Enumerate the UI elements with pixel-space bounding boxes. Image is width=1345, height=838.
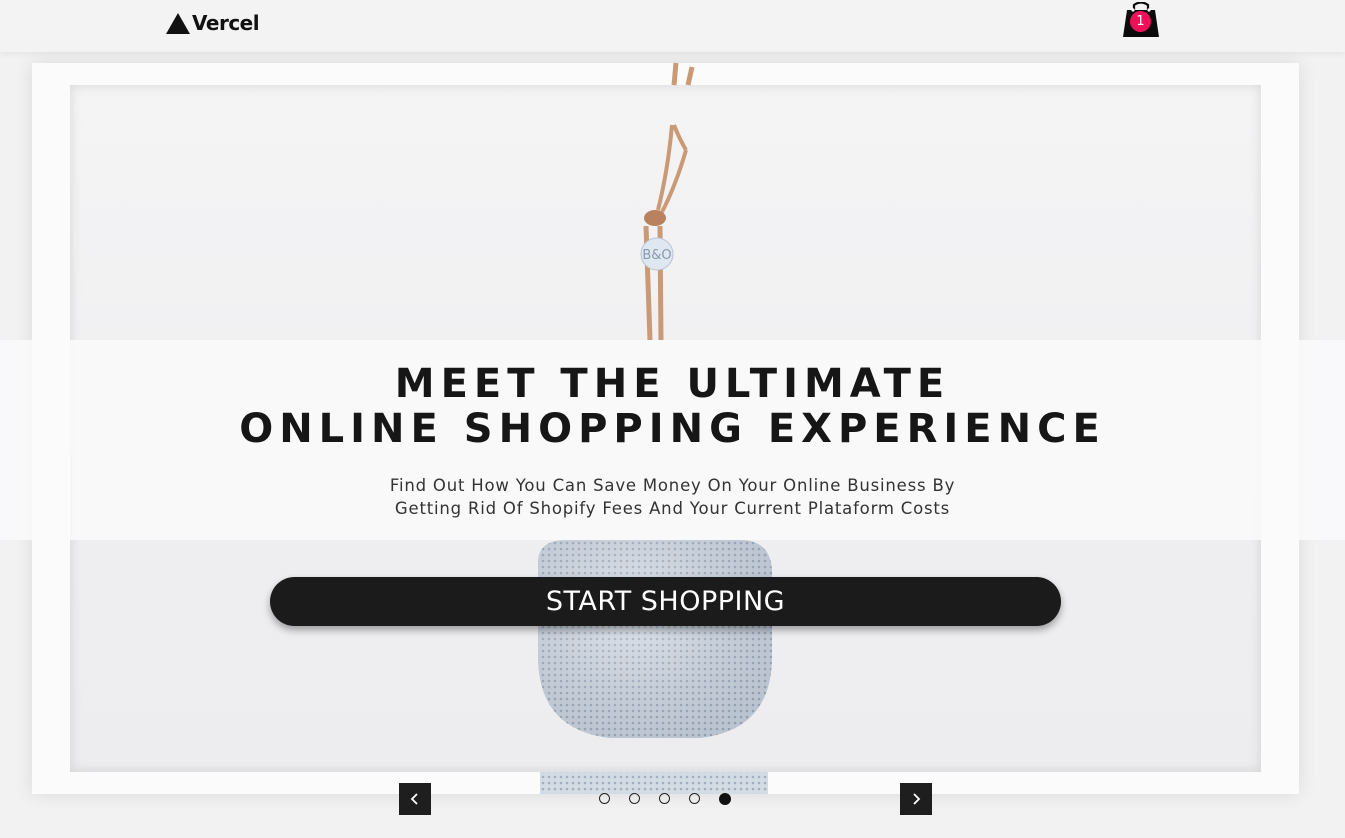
cart-count-badge: 1 (1130, 11, 1151, 32)
hero-headline: MEET THE ULTIMATE ONLINE SHOPPING EXPERI… (0, 362, 1345, 452)
headline-line-1: MEET THE ULTIMATE (394, 361, 951, 407)
carousel-dot-5[interactable] (719, 793, 731, 805)
carousel-dot-4[interactable] (689, 793, 700, 804)
chevron-right-icon (913, 793, 921, 805)
vercel-logo[interactable]: Vercel (166, 10, 260, 36)
carousel-next-button[interactable] (900, 783, 932, 815)
cart-button[interactable]: 1 (1121, 2, 1161, 38)
carousel-dots (599, 793, 731, 805)
carousel-dot-1[interactable] (599, 793, 610, 804)
site-header: Vercel 1 (0, 0, 1345, 52)
carousel-dot-2[interactable] (629, 793, 640, 804)
subtext-line-2: Getting Rid Of Shopify Fees And Your Cur… (394, 499, 951, 518)
subtext-line-1: Find Out How You Can Save Money On Your … (389, 476, 956, 495)
vercel-triangle-icon (166, 12, 190, 34)
logo-text: Vercel (192, 11, 260, 35)
carousel-prev-button[interactable] (399, 783, 431, 815)
chevron-left-icon (410, 793, 418, 805)
carousel-dot-3[interactable] (659, 793, 670, 804)
start-shopping-button[interactable]: START SHOPPING (270, 577, 1061, 626)
hero-subtext: Find Out How You Can Save Money On Your … (0, 474, 1345, 520)
headline-line-2: ONLINE SHOPPING EXPERIENCE (239, 406, 1106, 452)
